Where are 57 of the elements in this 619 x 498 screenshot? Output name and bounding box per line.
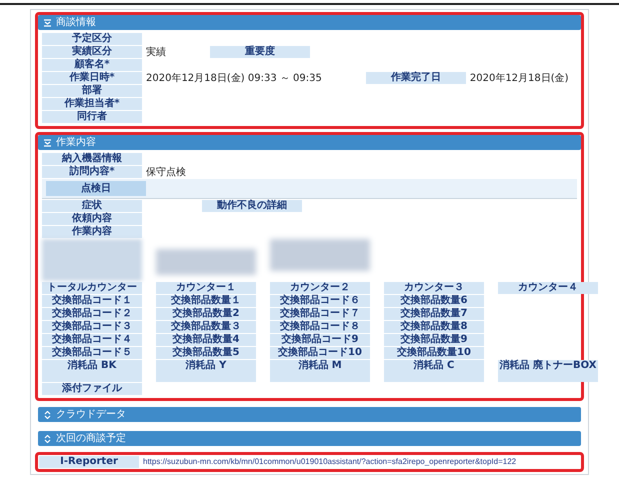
field-label: 作業日時*	[42, 72, 142, 84]
field-value: 2020年12月18日(金) 09:33 ～ 09:35	[145, 72, 323, 84]
field-label: 消耗品 BK	[42, 360, 142, 382]
field-label: 交換部品コード２	[42, 308, 142, 320]
field-label: 作業担当者*	[42, 98, 142, 110]
field-label: 交換部品コード３	[42, 321, 142, 333]
field-label: 交換部品数量4	[156, 334, 256, 346]
field-label: 消耗品 廃トナーBOX	[498, 360, 598, 382]
field-label: 消耗品 M	[270, 360, 370, 382]
field-label: 添付ファイル	[42, 383, 142, 395]
field-label: 訪問内容*	[42, 166, 142, 178]
field-label: 作業完了日	[366, 72, 466, 84]
field-value: 実績	[145, 46, 167, 58]
field-label: 交換部品コード10	[270, 347, 370, 359]
field-label: 納入機器情報	[42, 153, 142, 165]
field-label: 交換部品数量10	[384, 347, 484, 359]
field-label: 交換部品数量6	[384, 295, 484, 307]
section-header[interactable]: 商談情報	[38, 15, 581, 30]
field-label: 交換部品数量7	[384, 308, 484, 320]
field-label: 動作不良の詳細	[202, 200, 302, 212]
field-label: 依頼内容	[42, 213, 142, 225]
field-label: 交換部品コード７	[270, 308, 370, 320]
field-label: 重要度	[210, 46, 310, 58]
section-header[interactable]: 次回の商談予定	[38, 431, 581, 446]
field-label: 交換部品数量8	[384, 321, 484, 333]
field-label: 交換部品コード６	[270, 295, 370, 307]
field-value: 2020年12月18日(金)	[468, 72, 570, 84]
field-label: 同行者	[42, 111, 142, 123]
field-label: I-Reporter	[39, 456, 139, 468]
field-label: 交換部品数量１	[156, 295, 256, 307]
field-label: 交換部品数量2	[156, 308, 256, 320]
field-value: 保守点検	[145, 166, 187, 178]
field-label: 交換部品コード５	[42, 347, 142, 359]
field-label: 予定区分	[42, 33, 142, 45]
field-label: カウンター４	[498, 282, 598, 294]
field-label: トータルカウンター	[42, 282, 142, 294]
field-label: 交換部品コード４	[42, 334, 142, 346]
field-label: 点検日	[46, 181, 146, 196]
field-label: 交換部品コード１	[42, 295, 142, 307]
field-label: 顧客名*	[42, 59, 142, 71]
field-label: 部署	[42, 85, 142, 97]
reporter-link[interactable]: https://suzubun-mn.com/kb/mn/01common/u019010assistant/?action=sfa2irepo_openreporter&topId=122	[139, 456, 520, 468]
field-label: 実績区分	[42, 46, 142, 58]
section-header[interactable]: クラウドデータ	[38, 407, 581, 422]
field-label: 交換部品コード８	[270, 321, 370, 333]
section-header[interactable]: 作業内容	[38, 135, 581, 150]
field-label: 交換部品数量9	[384, 334, 484, 346]
field-label: 交換部品数量5	[156, 347, 256, 359]
field-label: カウンター２	[270, 282, 370, 294]
field-label: 作業内容	[42, 226, 142, 238]
field-label: 消耗品 C	[384, 360, 484, 382]
field-label: 交換部品数量３	[156, 321, 256, 333]
field-label: カウンター１	[156, 282, 256, 294]
field-label: カウンター３	[384, 282, 484, 294]
field-label: 症状	[42, 200, 142, 212]
field-label: 消耗品 Y	[156, 360, 256, 382]
field-label: 交換部品コード9	[270, 334, 370, 346]
